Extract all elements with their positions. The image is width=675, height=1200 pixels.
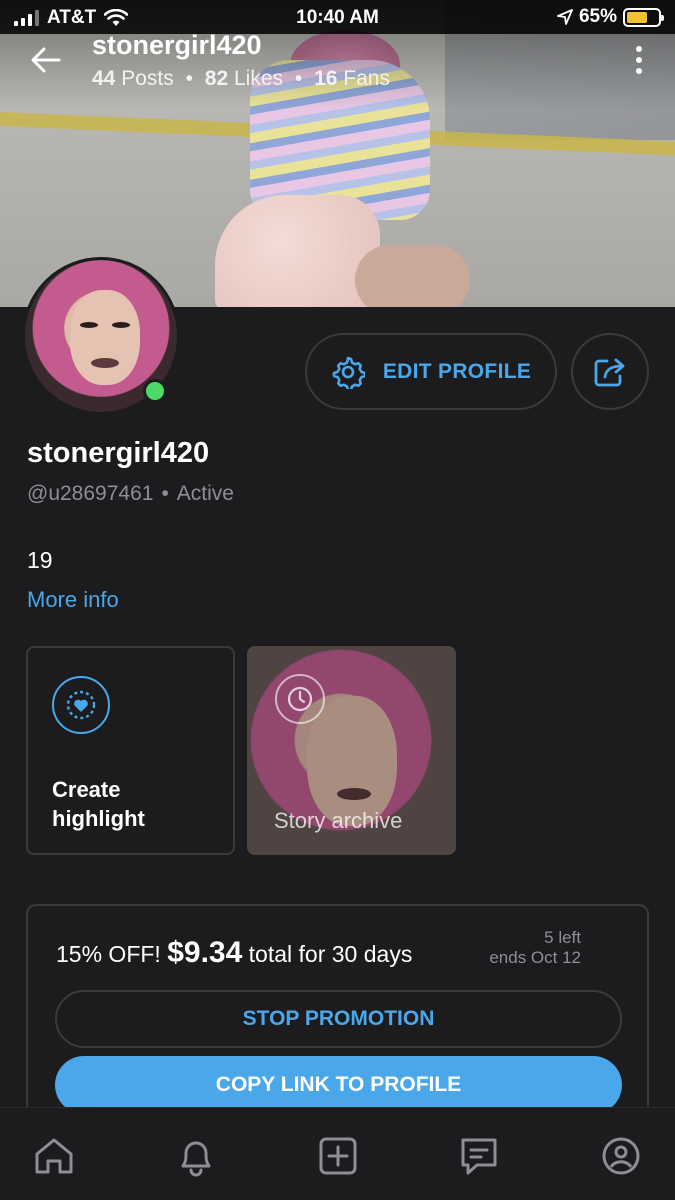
create-highlight-label: Create highlight xyxy=(52,777,145,831)
nav-home[interactable] xyxy=(28,1130,80,1182)
status-bar: AT&T 10:40 AM 65% xyxy=(0,0,675,34)
story-archive-card[interactable]: Story archive xyxy=(247,646,456,855)
promotion-offer: 15% OFF! $9.34 total for 30 days xyxy=(56,936,412,970)
promo-price: $9.34 xyxy=(167,936,243,969)
promo-end-date: ends Oct 12 xyxy=(489,948,581,967)
stop-promotion-button[interactable]: STOP PROMOTION xyxy=(55,990,622,1048)
messages-icon xyxy=(461,1138,497,1175)
gear-icon xyxy=(332,356,365,389)
promo-terms: total for 30 days xyxy=(248,941,413,967)
clock-history-icon xyxy=(275,674,325,724)
bell-icon xyxy=(181,1141,211,1177)
share-button[interactable] xyxy=(571,333,649,410)
activity-status: Active xyxy=(176,482,234,505)
bio-text: 19 xyxy=(27,547,53,573)
heart-circle-icon xyxy=(52,676,110,734)
nav-profile[interactable] xyxy=(595,1130,647,1182)
discount-label: 15% OFF! xyxy=(56,941,161,967)
header-username: stonergirl420 xyxy=(92,30,262,60)
online-status-indicator xyxy=(143,379,167,403)
edit-profile-label: EDIT PROFILE xyxy=(382,359,532,383)
handle-line: @u28697461 • Active xyxy=(27,482,234,506)
likes-count: 82 xyxy=(204,67,229,90)
story-archive-label: Story archive xyxy=(274,808,403,833)
separator: • xyxy=(185,67,193,90)
battery-icon xyxy=(623,7,664,27)
header-stats: 44 Posts • 82 Likes • 16 Fans xyxy=(92,67,390,91)
share-icon xyxy=(594,358,625,386)
edit-profile-button[interactable]: EDIT PROFILE xyxy=(305,333,557,410)
more-options-button[interactable] xyxy=(629,44,649,76)
promo-remaining: 5 left xyxy=(544,928,581,947)
dot xyxy=(636,46,642,52)
separator: • xyxy=(294,67,303,90)
dot xyxy=(636,57,642,63)
plus-square-icon xyxy=(319,1137,356,1175)
create-highlight-card[interactable]: Create highlight xyxy=(26,646,235,855)
separator: • xyxy=(161,482,169,505)
arrow-left-icon xyxy=(31,47,61,73)
battery-percent: 65% xyxy=(578,6,617,27)
dot xyxy=(636,68,642,74)
home-icon xyxy=(35,1138,73,1174)
profile-icon xyxy=(602,1137,640,1175)
display-name: stonergirl420 xyxy=(27,437,210,469)
nav-messages[interactable] xyxy=(453,1130,505,1182)
fans-count: 16 xyxy=(314,67,338,90)
back-button[interactable] xyxy=(26,40,66,80)
user-handle: @u28697461 xyxy=(27,482,154,505)
copy-link-button[interactable]: COPY LINK TO PROFILE xyxy=(55,1056,622,1114)
likes-label: Likes xyxy=(233,67,284,90)
promotion-panel: 15% OFF! $9.34 total for 30 days 5 left … xyxy=(26,904,649,1134)
promotion-meta: 5 left ends Oct 12 xyxy=(489,928,581,968)
posts-label: Posts xyxy=(121,67,174,90)
posts-count: 44 xyxy=(92,67,116,90)
bottom-nav xyxy=(0,1107,675,1200)
location-arrow-icon xyxy=(557,9,573,25)
nav-create[interactable] xyxy=(312,1130,364,1182)
nav-notifications[interactable] xyxy=(170,1130,222,1182)
more-info-link[interactable]: More info xyxy=(27,587,119,613)
fans-label: Fans xyxy=(343,67,390,90)
